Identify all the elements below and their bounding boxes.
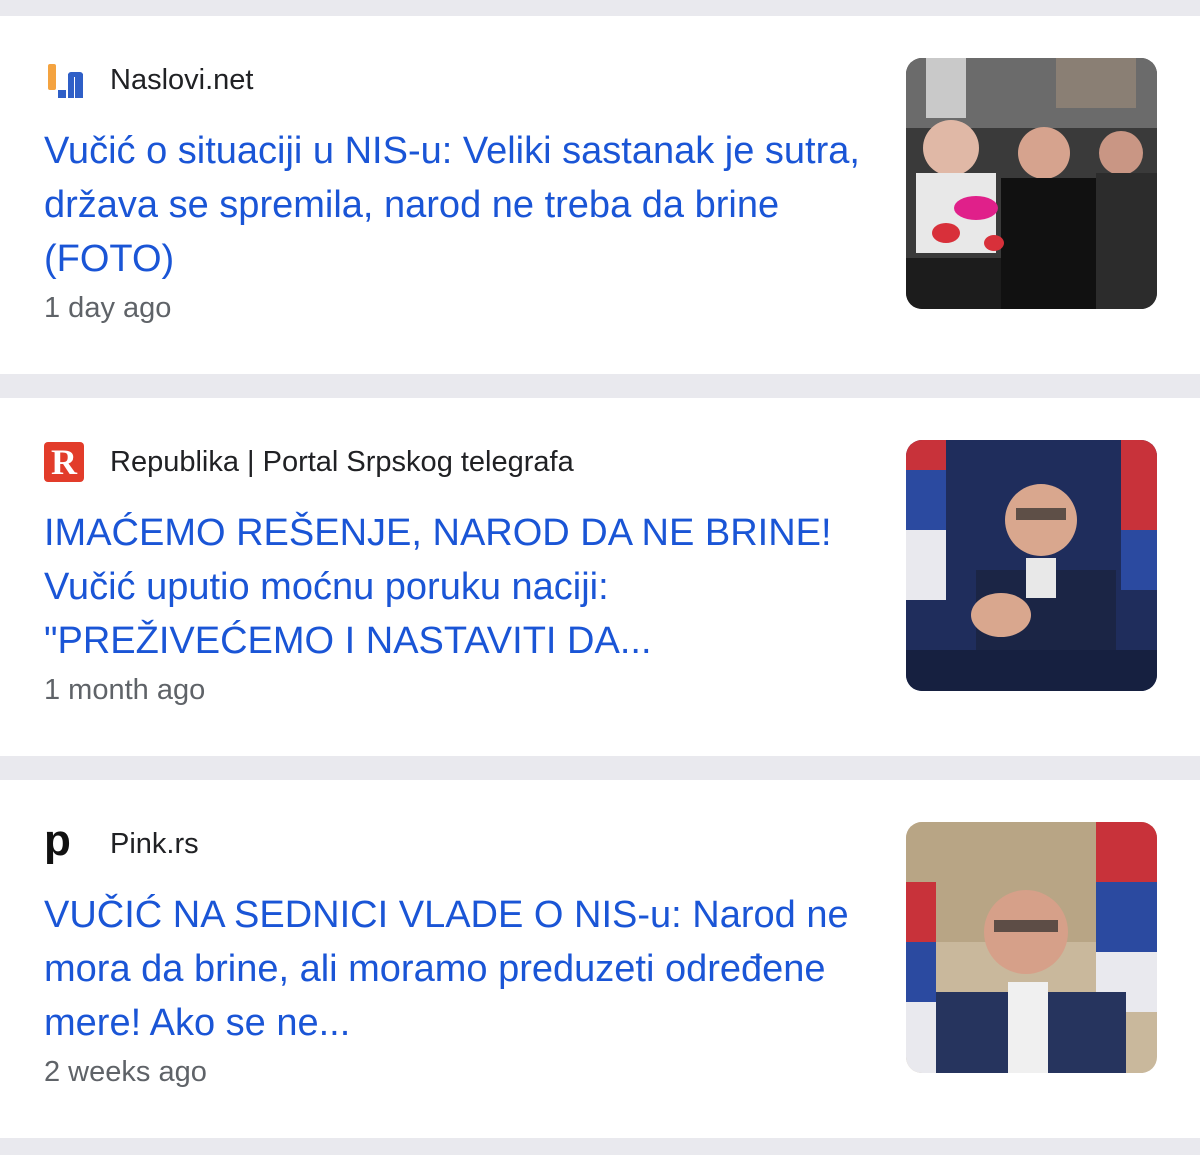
- naslovi-logo-icon: [44, 60, 84, 100]
- headline-link[interactable]: VUČIĆ NA SEDNICI VLADE O NIS-u: Narod ne…: [44, 888, 874, 1050]
- source-row: p Pink.rs: [44, 816, 199, 865]
- news-card[interactable]: p Pink.rs VUČIĆ NA SEDNICI VLADE O NIS-u…: [0, 780, 1200, 1138]
- news-card[interactable]: Naslovi.net Vučić o situaciji u NIS-u: V…: [0, 16, 1200, 374]
- news-card[interactable]: R Republika | Portal Srpskog telegrafa I…: [0, 398, 1200, 756]
- article-age: 2 weeks ago: [44, 1056, 207, 1088]
- source-name[interactable]: Pink.rs: [110, 828, 199, 861]
- headline-link[interactable]: Vučić o situaciji u NIS-u: Veliki sastan…: [44, 124, 874, 286]
- article-age: 1 month ago: [44, 674, 206, 706]
- republika-logo-icon: R: [44, 442, 84, 482]
- headline-link[interactable]: IMAĆEMO REŠENJE, NAROD DA NE BRINE! Vuči…: [44, 506, 874, 668]
- source-name[interactable]: Naslovi.net: [110, 64, 253, 97]
- article-thumbnail[interactable]: [906, 440, 1157, 691]
- source-row: R Republika | Portal Srpskog telegrafa: [44, 442, 574, 482]
- article-thumbnail[interactable]: [906, 822, 1157, 1073]
- article-age: 1 day ago: [44, 292, 172, 324]
- article-thumbnail[interactable]: [906, 58, 1157, 309]
- news-feed: Naslovi.net Vučić o situaciji u NIS-u: V…: [0, 0, 1200, 1155]
- source-name[interactable]: Republika | Portal Srpskog telegrafa: [110, 446, 574, 479]
- source-row: Naslovi.net: [44, 60, 253, 100]
- pink-logo-icon: p: [44, 816, 71, 865]
